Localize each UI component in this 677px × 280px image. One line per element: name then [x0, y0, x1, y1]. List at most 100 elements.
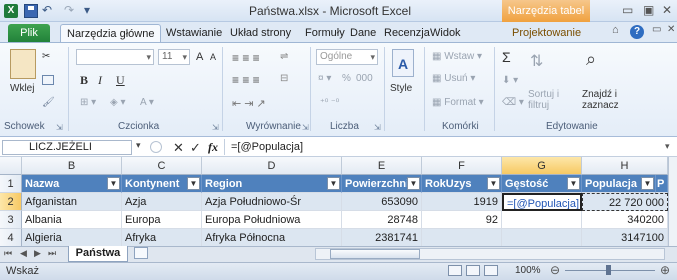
- align-top-icon[interactable]: ≡ ≡ ≡: [232, 51, 260, 65]
- table-cell[interactable]: [502, 211, 582, 229]
- format-painter-icon[interactable]: 🖌: [42, 97, 55, 108]
- prev-sheet-icon[interactable]: ◀: [20, 248, 27, 259]
- clipboard-launcher-icon[interactable]: ⇲: [56, 123, 63, 132]
- find-select-icon[interactable]: ⌕: [586, 49, 596, 70]
- paste-button-label[interactable]: Wklej: [10, 83, 34, 94]
- normal-view-icon[interactable]: [448, 265, 462, 276]
- table-cell[interactable]: 1919: [422, 193, 502, 211]
- bold-button[interactable]: B: [80, 73, 88, 88]
- help-icon[interactable]: ?: [630, 25, 644, 39]
- column-header-c[interactable]: C: [122, 157, 202, 175]
- enter-entry-icon[interactable]: ✓: [190, 140, 201, 156]
- table-cell[interactable]: Albania: [22, 211, 122, 229]
- save-icon[interactable]: [24, 4, 38, 18]
- sort-filter-icon[interactable]: ⇅: [530, 51, 543, 71]
- next-sheet-icon[interactable]: ▶: [34, 248, 41, 259]
- table-cell[interactable]: [502, 229, 582, 246]
- tab-page-layout[interactable]: Układ strony: [224, 24, 297, 42]
- tab-formulas[interactable]: Formuły: [299, 24, 351, 42]
- vertical-scrollbar[interactable]: [668, 157, 677, 246]
- select-all-corner[interactable]: [0, 157, 22, 175]
- column-header-b[interactable]: B: [22, 157, 122, 175]
- zoom-level[interactable]: 100%: [515, 265, 541, 276]
- tab-file[interactable]: Plik: [8, 24, 50, 42]
- page-break-view-icon[interactable]: [484, 265, 498, 276]
- table-header-nazwa[interactable]: Nazwa ▼: [22, 175, 122, 193]
- table-cell[interactable]: 28748: [342, 211, 422, 229]
- excel-app-icon[interactable]: X: [4, 4, 18, 18]
- font-size-combo[interactable]: 11: [158, 49, 190, 65]
- format-cells-label[interactable]: Format: [444, 97, 476, 108]
- insert-function-icon[interactable]: fx: [208, 140, 218, 155]
- filter-dropdown-icon[interactable]: ▼: [487, 177, 500, 190]
- tab-insert[interactable]: Wstawianie: [160, 24, 228, 42]
- expand-formula-bar-icon[interactable]: ▾: [665, 141, 670, 152]
- table-cell[interactable]: 3147100: [582, 229, 668, 246]
- ribbon-collapse-icon[interactable]: ⌂: [612, 24, 619, 36]
- table-cell[interactable]: Europa: [122, 211, 202, 229]
- first-sheet-icon[interactable]: ⏮: [4, 248, 12, 259]
- row-header-1[interactable]: 1: [0, 175, 22, 193]
- active-editing-cell[interactable]: =[@Populacja]: [502, 193, 582, 211]
- merge-icon[interactable]: ⊟: [280, 73, 288, 84]
- minimize-button[interactable]: ▭: [622, 3, 633, 17]
- column-header-d[interactable]: D: [202, 157, 342, 175]
- currency-icon[interactable]: ¤ ▾: [318, 73, 331, 84]
- fill-color-icon[interactable]: ◈ ▾: [110, 97, 126, 108]
- function-list-icon[interactable]: [150, 141, 162, 153]
- tab-view[interactable]: Widok: [424, 24, 467, 42]
- tab-design[interactable]: Projektowanie: [506, 24, 587, 42]
- table-cell[interactable]: Afryka Północna: [202, 229, 342, 246]
- table-header-populacja[interactable]: Populacja ▼: [582, 175, 656, 193]
- name-box[interactable]: LICZ.JEŻELI: [2, 140, 132, 155]
- table-cell[interactable]: Afganistan: [22, 193, 122, 211]
- filter-dropdown-icon[interactable]: ▼: [327, 177, 340, 190]
- decimal-icons[interactable]: ⁺⁰ ⁻⁰: [320, 97, 339, 108]
- row-header-2[interactable]: 2: [0, 193, 22, 211]
- styles-icon[interactable]: A: [392, 49, 414, 77]
- find-select-button[interactable]: Znajdź i zaznacz: [582, 89, 638, 111]
- styles-button[interactable]: Style: [390, 83, 412, 94]
- table-cell[interactable]: Algieria: [22, 229, 122, 246]
- delete-cells-label[interactable]: Usuń: [444, 73, 467, 84]
- row-header-4[interactable]: 4: [0, 229, 22, 246]
- underline-button[interactable]: U: [116, 73, 125, 88]
- zoom-in-icon[interactable]: ⊕: [660, 263, 670, 277]
- row-header-3[interactable]: 3: [0, 211, 22, 229]
- shrink-font-icon[interactable]: A: [210, 52, 216, 62]
- copy-icon[interactable]: [42, 75, 54, 85]
- name-box-dropdown-icon[interactable]: ▾: [136, 140, 141, 151]
- close-button[interactable]: ✕: [662, 3, 672, 17]
- table-cell[interactable]: Afryka: [122, 229, 202, 246]
- column-header-f[interactable]: F: [422, 157, 502, 175]
- fill-icon[interactable]: ⬇ ▾: [502, 75, 518, 86]
- column-header-e[interactable]: E: [342, 157, 422, 175]
- filter-dropdown-icon[interactable]: ▼: [407, 177, 420, 190]
- tab-data[interactable]: Dane: [344, 24, 382, 42]
- font-color-icon[interactable]: A ▾: [140, 97, 154, 108]
- table-cell[interactable]: 92: [422, 211, 502, 229]
- maximize-button[interactable]: ▣: [643, 3, 654, 17]
- referenced-cell[interactable]: 22 720 000: [582, 193, 668, 211]
- worksheet-grid[interactable]: B C D E F G H 1 2 3 4 Nazwa ▼ Kontynent ▼ …: [0, 157, 668, 246]
- customize-qat-icon[interactable]: ▾: [84, 3, 90, 17]
- filter-dropdown-icon[interactable]: ▼: [107, 177, 120, 190]
- table-header-gestosc[interactable]: Gęstość ▼: [502, 175, 582, 193]
- table-cell[interactable]: 2381741: [342, 229, 422, 246]
- column-header-h[interactable]: H: [582, 157, 668, 175]
- table-cell[interactable]: Azja Południowo-Śr: [202, 193, 342, 211]
- paste-icon[interactable]: [10, 49, 36, 79]
- redo-icon[interactable]: ↷: [64, 3, 74, 17]
- italic-button[interactable]: I: [98, 73, 102, 88]
- insert-cells-label[interactable]: Wstaw: [444, 51, 474, 62]
- table-header-kontynent[interactable]: Kontynent ▼: [122, 175, 202, 193]
- font-name-combo[interactable]: [76, 49, 154, 65]
- insert-sheet-icon[interactable]: [134, 247, 148, 259]
- table-header-powierzchnia[interactable]: Powierzchnia ▼: [342, 175, 422, 193]
- autosum-icon[interactable]: Σ: [502, 49, 511, 65]
- page-layout-view-icon[interactable]: [466, 265, 480, 276]
- table-header-region[interactable]: Region ▼: [202, 175, 342, 193]
- formula-input[interactable]: =[@Populacja]: [224, 139, 664, 155]
- horizontal-scroll-thumb[interactable]: [330, 249, 420, 259]
- number-format-combo[interactable]: Ogólne: [316, 49, 378, 65]
